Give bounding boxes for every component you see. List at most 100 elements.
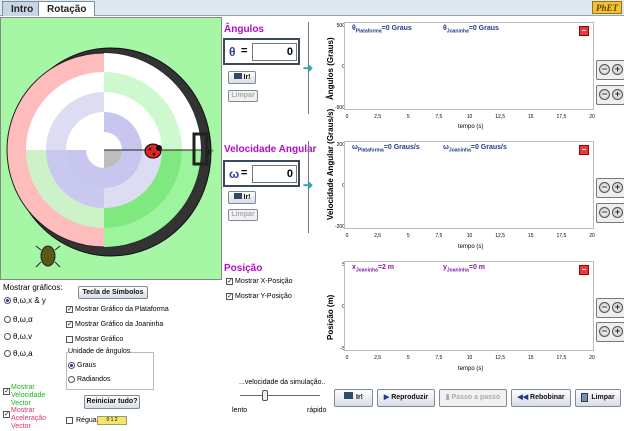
rewind-icon: ◀◀ xyxy=(517,394,531,401)
zoom-out-icon[interactable]: − xyxy=(599,182,610,193)
readout-value: =0 Graus/s xyxy=(470,144,507,151)
acceleration-vector-label: Mostrar Aceleração Vector xyxy=(11,407,47,430)
platform-graph-checkbox[interactable]: ✓ xyxy=(66,306,73,313)
angles-zoom-horizontal: − + xyxy=(596,85,624,105)
x-tick-label: 10 xyxy=(467,233,473,239)
graph-set-radio-4[interactable] xyxy=(4,350,11,357)
degrees-label: Graus xyxy=(77,362,97,369)
reset-all-button[interactable]: Reiniciar tudo? xyxy=(84,395,140,409)
close-icon[interactable]: − xyxy=(579,145,589,155)
velocity-vector-label: Mostrar Velocidade Vector xyxy=(11,384,46,407)
close-icon[interactable]: − xyxy=(579,265,589,275)
position-chart[interactable]: − xyxy=(344,261,594,351)
x-tick-label: 7,5 xyxy=(435,233,442,239)
x-tick-label: 5 xyxy=(407,355,410,361)
ruler-icon[interactable]: 0 1 2 xyxy=(97,416,127,425)
zoom-in-icon[interactable]: + xyxy=(612,207,623,218)
graph-set-radio-3[interactable] xyxy=(4,333,11,340)
angles-readout-1: θPlataforma=0 Graus xyxy=(352,25,412,34)
readout-value: =0 m xyxy=(468,264,486,271)
readout-subscript: Plataforma xyxy=(357,147,384,154)
x-tick-label: 2,5 xyxy=(374,355,381,361)
zoom-out-icon[interactable]: − xyxy=(599,64,610,75)
x-tick-label: 10 xyxy=(467,355,473,361)
zoom-out-icon[interactable]: − xyxy=(599,89,610,100)
rewind-button[interactable]: ◀◀ Rebobinar xyxy=(511,389,571,407)
angles-zoom-vertical: − + xyxy=(596,60,624,80)
readout-subscript: Joaninha xyxy=(446,267,469,274)
zoom-in-icon[interactable]: + xyxy=(612,89,623,100)
angles-readout-2: θJoaninha=0 Graus xyxy=(443,25,499,34)
x-tick-label: 20 xyxy=(589,355,595,361)
degrees-radio[interactable] xyxy=(68,362,75,369)
speed-slider-thumb[interactable] xyxy=(262,390,268,401)
velocity-readout-1: ωPlataforma=0 Graus/s xyxy=(352,144,420,153)
velocity-y-label: Velocidade Angular (Graus/s) xyxy=(326,108,335,220)
zoom-out-icon[interactable]: − xyxy=(599,302,610,313)
x-tick-label: 0 xyxy=(346,233,349,239)
readout-value: =0 Graus xyxy=(381,25,412,32)
velocity-chart[interactable]: − xyxy=(344,141,594,229)
velocity-x-label: tempo (s) xyxy=(458,244,484,250)
x-tick-label: 15 xyxy=(528,355,534,361)
play-button[interactable]: ▶ Reproduzir xyxy=(377,389,435,407)
x-tick-label: 20 xyxy=(589,114,595,120)
position-zoom-horizontal: − + xyxy=(596,322,624,342)
zoom-out-icon[interactable]: − xyxy=(599,207,610,218)
graph-set-label-3: θ,ω,v xyxy=(13,332,33,341)
radians-radio[interactable] xyxy=(68,376,75,383)
ladybug-graph-checkbox[interactable]: ✓ xyxy=(66,321,73,328)
readout-subscript: Joaninha xyxy=(355,267,378,274)
velocity-zoom-horizontal: − + xyxy=(596,203,624,223)
velocity-zoom-vertical: − + xyxy=(596,178,624,198)
x-tick-label: 0 xyxy=(346,114,349,120)
zoom-out-icon[interactable]: − xyxy=(599,326,610,337)
symbols-button[interactable]: Tecla de Símbolos xyxy=(78,286,148,299)
ruler-checkbox[interactable] xyxy=(66,417,73,424)
show-graphs-label: Mostrar gráficos: xyxy=(3,283,63,292)
x-tick-label: 2,5 xyxy=(374,114,381,120)
acceleration-vector-checkbox[interactable]: ✓ xyxy=(3,411,10,418)
readout-subscript: Joaninha xyxy=(448,147,471,154)
zoom-in-icon[interactable]: + xyxy=(612,302,623,313)
angle-units-group xyxy=(66,352,154,390)
angles-chart[interactable]: − xyxy=(344,22,594,110)
x-tick-label: 17,5 xyxy=(557,114,567,120)
x-tick-label: 12,5 xyxy=(495,233,505,239)
velocity-vector-checkbox[interactable]: ✓ xyxy=(3,388,10,395)
x-tick-label: 15 xyxy=(528,114,534,120)
close-icon[interactable]: − xyxy=(579,26,589,36)
zoom-in-icon[interactable]: + xyxy=(612,326,623,337)
fast-label: rápido xyxy=(307,407,327,414)
x-tick-label: 0 xyxy=(346,355,349,361)
ruler-label: Régua xyxy=(76,417,97,424)
angles-x-label: tempo (s) xyxy=(458,124,484,130)
show-graph-label: Mostrar Gráfico xyxy=(75,336,124,343)
readout-value: =2 m xyxy=(377,264,395,271)
graph-set-label-2: θ,ω,α xyxy=(13,315,33,324)
x-tick-label: 17,5 xyxy=(557,355,567,361)
zoom-in-icon[interactable]: + xyxy=(612,64,623,75)
x-tick-label: 12,5 xyxy=(495,114,505,120)
radians-label: Radiandos xyxy=(77,376,111,383)
x-tick-label: 17,5 xyxy=(557,233,567,239)
slow-label: lento xyxy=(232,407,248,414)
position-readout-2: yJoaninha=0 m xyxy=(443,264,485,273)
step-button[interactable]: ▮ Passo a passo xyxy=(439,389,507,407)
position-x-label: tempo (s) xyxy=(458,366,484,372)
graph-set-label-4: θ,ω,a xyxy=(13,349,33,358)
clear-button[interactable]: Limpar xyxy=(575,389,621,407)
show-graph-checkbox[interactable] xyxy=(66,336,73,343)
position-zoom-vertical: − + xyxy=(596,298,624,318)
graph-set-radio-2[interactable] xyxy=(4,316,11,323)
go-button[interactable]: Ir! xyxy=(334,389,373,407)
angles-y-label: Ângulos (Graus) xyxy=(326,37,335,100)
graph-set-radio-1[interactable] xyxy=(4,297,11,304)
position-y-label: Posição (m) xyxy=(326,294,335,340)
zoom-in-icon[interactable]: + xyxy=(612,182,623,193)
velocity-readout-2: ωJoaninha=0 Graus/s xyxy=(443,144,507,153)
readout-subscript: Joaninha xyxy=(446,28,469,35)
readout-value: =0 Graus/s xyxy=(383,144,420,151)
speed-slider-track[interactable] xyxy=(240,395,320,396)
ladybug-graph-label: Mostrar Gráfico da Joaninha xyxy=(75,321,164,328)
